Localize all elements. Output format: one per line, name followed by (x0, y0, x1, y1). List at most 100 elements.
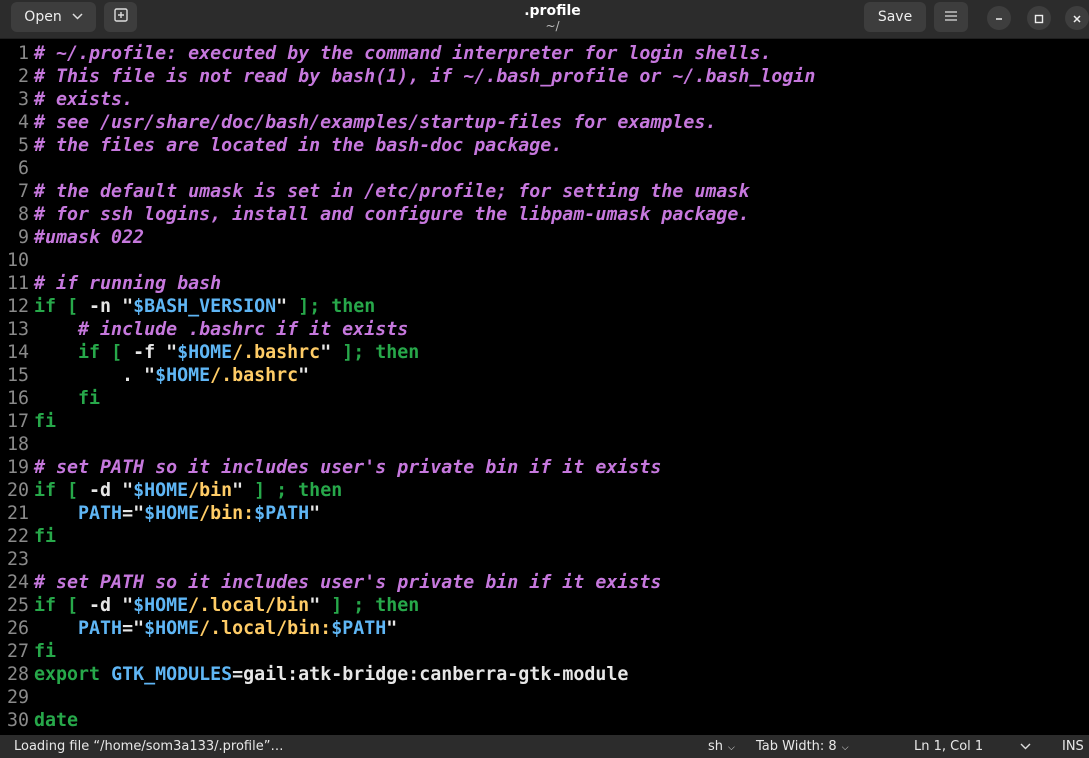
line-number: 26 (6, 618, 29, 639)
code-token-plain: " (320, 342, 343, 363)
code-line[interactable]: 13 # include .bashrc if it exists (0, 318, 408, 341)
code-line[interactable]: 27 fi (0, 640, 56, 663)
line-number: 7 (17, 181, 29, 202)
line-number: 12 (6, 296, 29, 317)
line-number: 24 (6, 572, 29, 593)
code-line[interactable]: 21 PATH="$HOME/bin:$PATH" (0, 502, 320, 525)
line-number: 5 (17, 135, 29, 156)
code-line[interactable]: 2 # This file is not read by bash(1), if … (0, 65, 815, 88)
code-token-comment: # the default umask is set in /etc/profi… (34, 181, 750, 202)
line-number: 15 (6, 365, 29, 386)
line-number: 17 (6, 411, 29, 432)
code-token-plain: =" (122, 503, 145, 524)
code-line[interactable]: 14 if [ -f "$HOME/.bashrc" ]; then (0, 341, 419, 364)
code-line[interactable]: 28 export GTK_MODULES=gail:atk-bridge:can… (0, 663, 628, 686)
code-line[interactable]: 29 (0, 686, 34, 709)
code-token-kw: if (34, 296, 57, 317)
text-editor-area[interactable]: 1 # ~/.profile: executed by the command i… (0, 42, 1089, 735)
code-token-plain: " (309, 595, 332, 616)
code-line[interactable]: 7 # the default umask is set in /etc/prof… (0, 180, 749, 203)
code-token-kw: date (34, 710, 79, 731)
code-token-var: $HOME (133, 480, 189, 501)
code-token-plain: -d " (78, 480, 134, 501)
code-line[interactable]: 17 fi (0, 410, 56, 433)
line-number: 29 (6, 687, 29, 708)
maximize-button[interactable] (1027, 6, 1051, 30)
code-token-plain: " (309, 503, 321, 524)
code-token-kw: fi (78, 388, 101, 409)
code-token-var: $PATH (254, 503, 310, 524)
code-line[interactable]: 11 # if running bash (0, 272, 221, 295)
code-token-comment: # include .bashrc if it exists (78, 319, 409, 340)
code-token-str: /bin (188, 480, 233, 501)
code-token-comment: # set PATH so it includes user's private… (34, 457, 662, 478)
code-token-kw: [ (67, 296, 79, 317)
position-dropdown-chevron-icon[interactable] (1020, 738, 1031, 755)
insert-mode-indicator[interactable]: INS (1062, 738, 1084, 755)
code-token-comment: #umask 022 (34, 227, 145, 248)
code-token-plain: . " (34, 365, 156, 386)
code-line[interactable]: 22 fi (0, 525, 56, 548)
code-token-plain: " (232, 480, 255, 501)
code-token-var: PATH (78, 503, 123, 524)
code-token-var: $HOME (144, 503, 200, 524)
code-line[interactable]: 3 # exists. (0, 88, 133, 111)
new-tab-button[interactable] (104, 2, 137, 32)
language-selector[interactable]: sh ⌵ (708, 738, 735, 757)
code-token-comment: # exists. (34, 89, 134, 110)
code-line[interactable]: 26 PATH="$HOME/.local/bin:$PATH" (0, 617, 397, 640)
line-number: 1 (17, 43, 29, 64)
tab-width-selector[interactable]: Tab Width: 8 ⌵ (756, 738, 849, 757)
code-token-var: $BASH_VERSION (133, 296, 277, 317)
code-line[interactable]: 5 # the files are located in the bash-doc… (0, 134, 562, 157)
save-button[interactable]: Save (864, 2, 926, 32)
code-token-comment: # see /usr/share/doc/bash/examples/start… (34, 112, 717, 133)
window-subtitle: ~/ (545, 19, 560, 33)
code-token-kw: fi (34, 411, 57, 432)
code-line[interactable]: 9 #umask 022 (0, 226, 144, 249)
code-line[interactable]: 23 (0, 548, 34, 571)
code-line[interactable]: 15 . "$HOME/.bashrc" (0, 364, 309, 387)
code-token-kw: ] ; then (331, 595, 420, 616)
code-line[interactable]: 25 if [ -d "$HOME/.local/bin" ] ; then (0, 594, 419, 617)
code-token-kw: [ (67, 595, 79, 616)
code-token-str: /.local/bin: (199, 618, 332, 639)
cursor-position[interactable]: Ln 1, Col 1 (914, 738, 983, 755)
code-line[interactable]: 6 (0, 157, 34, 180)
chevron-down-icon: ⌵ (728, 743, 735, 753)
line-number: 3 (17, 89, 29, 110)
minimize-button[interactable] (987, 6, 1011, 30)
line-number: 25 (6, 595, 29, 616)
code-line[interactable]: 19 # set PATH so it includes user's priva… (0, 456, 661, 479)
line-number: 6 (17, 158, 29, 179)
code-token-plain: =" (122, 618, 145, 639)
line-number: 9 (17, 227, 29, 248)
code-line[interactable]: 24 # set PATH so it includes user's priva… (0, 571, 661, 594)
close-icon (1072, 9, 1082, 28)
code-token-plain: -n " (78, 296, 134, 317)
line-number: 28 (6, 664, 29, 685)
open-button-label: Open (24, 9, 62, 25)
main-menu-button[interactable] (934, 2, 968, 32)
new-tab-icon (113, 8, 128, 26)
open-button[interactable]: Open (11, 2, 96, 32)
code-line[interactable]: 16 fi (0, 387, 100, 410)
code-token-plain: =gail:atk-bridge:canberra-gtk-module (232, 664, 629, 685)
code-line[interactable]: 1 # ~/.profile: executed by the command i… (0, 42, 771, 65)
code-line[interactable]: 20 if [ -d "$HOME/bin" ] ; then (0, 479, 342, 502)
code-token-kw: if (78, 342, 101, 363)
close-button[interactable] (1065, 6, 1089, 30)
code-token-plain: " (386, 618, 398, 639)
code-line[interactable]: 12 if [ -n "$BASH_VERSION" ]; then (0, 295, 375, 318)
code-line[interactable]: 18 (0, 433, 34, 456)
code-token-kw: if (34, 595, 57, 616)
code-line[interactable]: 4 # see /usr/share/doc/bash/examples/star… (0, 111, 716, 134)
code-line[interactable]: 8 # for ssh logins, install and configure… (0, 203, 749, 226)
chevron-down-icon: ⌵ (841, 743, 849, 753)
code-line[interactable]: 30 date (0, 709, 78, 732)
code-line[interactable]: 10 (0, 249, 34, 272)
line-number: 30 (6, 710, 29, 731)
